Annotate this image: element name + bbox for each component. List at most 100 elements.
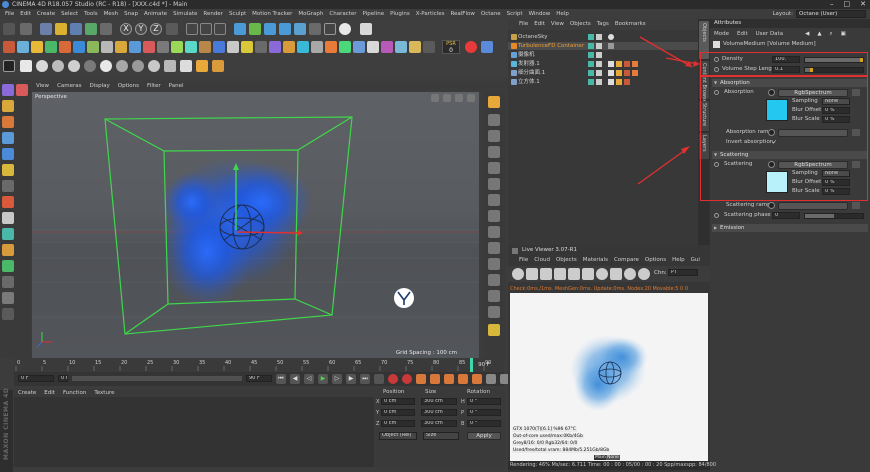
magnet-icon[interactable] <box>2 244 14 256</box>
visibility-icon[interactable] <box>588 79 594 85</box>
live-viewer-menu-icon[interactable] <box>508 256 516 265</box>
scale-key-icon[interactable] <box>444 374 454 384</box>
plugin-icon-29[interactable] <box>395 41 407 53</box>
xp-tag-icon[interactable] <box>624 79 630 85</box>
plugin-icon-2[interactable] <box>17 41 29 53</box>
scattering-ramp-link-icon[interactable] <box>768 202 775 209</box>
current-frame-field[interactable]: 0 F <box>18 375 54 382</box>
psr-indicator[interactable]: PSR 0 <box>442 40 460 54</box>
check-icon[interactable] <box>596 79 602 85</box>
y-axis-toggle[interactable]: Y <box>135 23 147 35</box>
plugin-icon-28[interactable] <box>381 41 393 53</box>
menu-character[interactable]: Character <box>326 9 359 19</box>
octane-tag-icon[interactable] <box>608 79 614 85</box>
octane-tag-icon[interactable] <box>608 61 614 67</box>
viewport-menu-display[interactable]: Display <box>86 82 114 91</box>
octane-tool-icon-10[interactable] <box>488 242 500 254</box>
check-icon[interactable] <box>596 34 602 40</box>
back-arrow-icon[interactable]: ◀ <box>801 30 813 39</box>
menu-simulate[interactable]: Simulate <box>170 9 200 19</box>
previous-frame-icon[interactable]: ◁ <box>304 374 314 384</box>
plugin-icon-27[interactable] <box>367 41 379 53</box>
octane-tool-icon-9[interactable] <box>488 226 500 238</box>
plugin-icon-19[interactable] <box>255 41 267 53</box>
pan-icon[interactable] <box>431 94 439 102</box>
plugin-icon-16[interactable] <box>213 41 225 53</box>
plugin-icon-25[interactable] <box>339 41 351 53</box>
send-scene-icon[interactable] <box>512 268 524 280</box>
octane-tool-icon-7[interactable] <box>488 194 500 206</box>
octane-tool-icon-14[interactable] <box>488 306 500 318</box>
live-render-image[interactable]: GTX 1070(T)[6.1] %96 67°C Out-of-core us… <box>510 293 708 469</box>
model-mode-icon[interactable] <box>2 164 14 176</box>
visibility-icon[interactable] <box>588 52 594 58</box>
render-view-icon[interactable] <box>186 23 198 35</box>
check-icon[interactable] <box>596 52 602 58</box>
plugin-icon-22[interactable] <box>297 41 309 53</box>
octane-tool-icon-2[interactable] <box>488 114 500 126</box>
close-icon[interactable]: ✕ <box>860 0 866 8</box>
scattering-ramp-menu-icon[interactable] <box>852 202 860 209</box>
plugin-icon-9[interactable] <box>115 41 127 53</box>
octane-tool-icon-15[interactable] <box>488 324 500 336</box>
array-icon[interactable] <box>279 23 291 35</box>
size-z-field[interactable]: 300 cm <box>421 420 457 427</box>
panel-grip-icon[interactable] <box>512 248 518 254</box>
render-picture-viewer-icon[interactable] <box>200 23 212 35</box>
menu-window[interactable]: Window <box>526 9 554 19</box>
plugin-icon-14[interactable] <box>185 41 197 53</box>
start-frame-field[interactable]: 0 F <box>58 375 68 382</box>
object-menu-file[interactable]: File <box>516 19 531 30</box>
camera-icon[interactable] <box>324 23 336 35</box>
visibility-icon[interactable] <box>588 43 594 49</box>
rotation-h-field[interactable]: 0 ° <box>467 398 501 405</box>
lv-menu-objects[interactable]: Objects <box>553 256 580 265</box>
material-sphere-icon-3[interactable] <box>68 60 80 72</box>
polygons-mode-icon[interactable] <box>2 148 14 160</box>
material-tag-icon[interactable] <box>616 61 622 67</box>
lv-menu-options[interactable]: Options <box>642 256 669 265</box>
material-menu-create[interactable]: Create <box>14 389 40 397</box>
apply-button[interactable]: Apply <box>467 432 501 440</box>
snap-icon[interactable] <box>2 212 14 224</box>
attr-menu-mode[interactable]: Mode <box>710 30 733 39</box>
keyframe-selection-icon[interactable] <box>416 374 426 384</box>
rotate-icon[interactable] <box>85 23 97 35</box>
object-menu-view[interactable]: View <box>548 19 567 30</box>
material-scatter-icon[interactable] <box>196 60 208 72</box>
previous-key-icon[interactable]: ◀ <box>290 374 300 384</box>
timeline[interactable]: 0 5 10 15 20 25 30 35 40 45 50 55 60 65 70 75 80 85 90 90 … <box>14 358 504 372</box>
xp-tag-icon[interactable] <box>624 70 630 76</box>
coordinate-system-icon[interactable] <box>166 23 178 35</box>
material-menu-texture[interactable]: Texture <box>90 389 118 397</box>
lock-resolution-icon[interactable] <box>582 268 594 280</box>
scattering-phase-field[interactable]: 0 <box>772 212 800 219</box>
recent-tool-icon[interactable] <box>100 23 112 35</box>
octane-tool-icon-5[interactable] <box>488 162 500 174</box>
menu-edit[interactable]: Edit <box>17 9 34 19</box>
lv-menu-gui[interactable]: Gui <box>688 256 703 265</box>
render-settings-icon[interactable] <box>214 23 226 35</box>
timeline-playhead[interactable] <box>470 358 473 372</box>
octane-tool-icon-8[interactable] <box>488 210 500 222</box>
menu-create[interactable]: Create <box>34 9 58 19</box>
material-sphere-icon-7[interactable] <box>132 60 144 72</box>
octane-tool-icon-4[interactable] <box>488 146 500 158</box>
menu-render[interactable]: Render <box>200 9 226 19</box>
lv-menu-cloud[interactable]: Cloud <box>531 256 553 265</box>
plugin-icon-12[interactable] <box>157 41 169 53</box>
pause-render-icon[interactable] <box>540 268 552 280</box>
layout-icon[interactable] <box>2 292 14 304</box>
maximize-view-icon[interactable] <box>467 94 475 102</box>
plugin-icon-10[interactable] <box>129 41 141 53</box>
plugin-icon-5[interactable] <box>59 41 71 53</box>
edges-mode-icon[interactable] <box>2 132 14 144</box>
octane-tool-icon-6[interactable] <box>488 178 500 190</box>
redo-icon[interactable] <box>20 23 32 35</box>
octane-tag-icon[interactable] <box>608 70 614 76</box>
menu-snap[interactable]: Snap <box>121 9 141 19</box>
visibility-icon[interactable] <box>588 34 594 40</box>
lv-menu-compare[interactable]: Compare <box>611 256 642 265</box>
menu-help[interactable]: Help <box>553 9 572 19</box>
pla-key-icon[interactable] <box>486 374 496 384</box>
